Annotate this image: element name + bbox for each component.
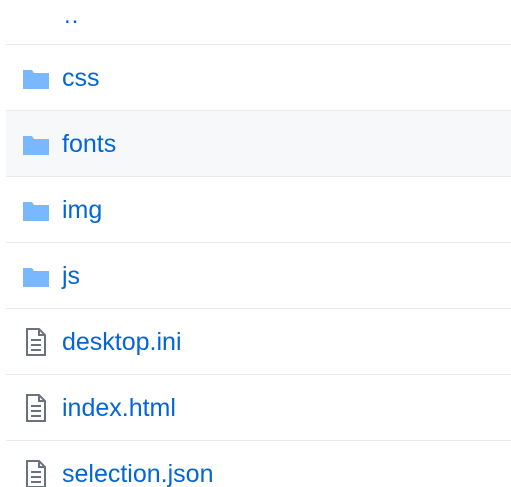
parent-directory-row[interactable]: .. bbox=[6, 0, 511, 45]
folder-icon bbox=[22, 130, 50, 158]
file-row-css[interactable]: css bbox=[6, 45, 511, 111]
folder-icon bbox=[22, 262, 50, 290]
file-icon bbox=[22, 393, 50, 422]
file-row-fonts[interactable]: fonts bbox=[6, 111, 511, 177]
folder-icon bbox=[22, 196, 50, 224]
file-name-link[interactable]: fonts bbox=[62, 129, 116, 159]
file-row-desktop-ini[interactable]: desktop.ini bbox=[6, 309, 511, 375]
file-row-selection-json[interactable]: selection.json bbox=[6, 441, 511, 487]
file-name-link[interactable]: index.html bbox=[62, 393, 176, 423]
file-list: .. css fonts img js desktop.ini index.ht… bbox=[0, 0, 511, 487]
parent-directory-link[interactable]: .. bbox=[64, 1, 79, 31]
file-icon bbox=[22, 327, 50, 356]
file-row-js[interactable]: js bbox=[6, 243, 511, 309]
file-icon bbox=[22, 460, 50, 487]
file-name-link[interactable]: img bbox=[62, 195, 102, 225]
folder-icon bbox=[22, 64, 50, 92]
file-name-link[interactable]: css bbox=[62, 63, 100, 93]
file-row-img[interactable]: img bbox=[6, 177, 511, 243]
file-name-link[interactable]: selection.json bbox=[62, 459, 213, 487]
file-name-link[interactable]: js bbox=[62, 261, 80, 291]
file-row-index-html[interactable]: index.html bbox=[6, 375, 511, 441]
file-name-link[interactable]: desktop.ini bbox=[62, 327, 182, 357]
